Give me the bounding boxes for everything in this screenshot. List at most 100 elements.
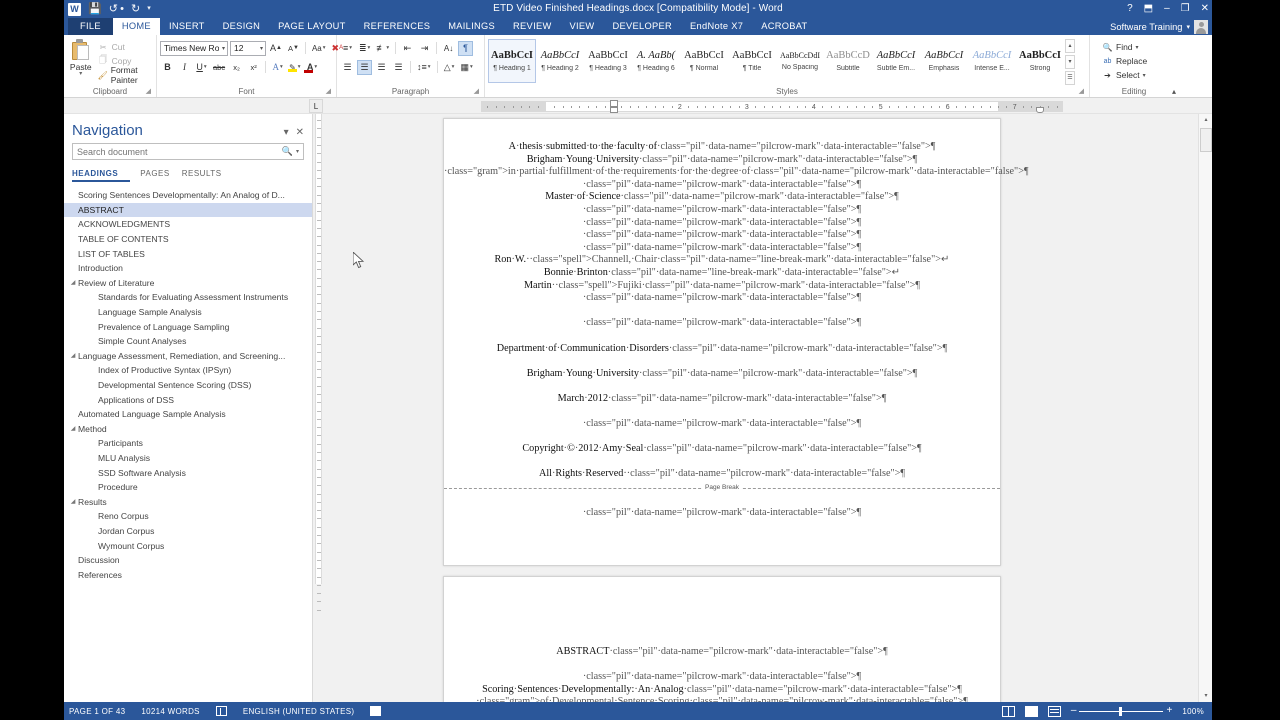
scrollbar-thumb[interactable] <box>1200 128 1212 152</box>
account-chevron-icon[interactable]: ▾ <box>1186 23 1190 31</box>
nav-heading-item[interactable]: Standards for Evaluating Assessment Inst… <box>64 290 312 305</box>
nav-heading-item[interactable]: ◢ Method <box>64 422 312 437</box>
search-box[interactable]: 🔍 ▾ <box>72 143 304 160</box>
style-title[interactable]: AaBbCcI ¶ Title <box>728 39 776 83</box>
subscript-button[interactable]: x₂ <box>229 60 244 75</box>
style-subtle-em-[interactable]: AaBbCcI Subtle Em... <box>872 39 920 83</box>
vertical-ruler[interactable] <box>313 114 324 702</box>
read-mode-icon[interactable] <box>1001 705 1015 717</box>
text-effects-button[interactable]: A ▾ <box>270 60 285 75</box>
zoom-slider[interactable]: – + <box>1071 706 1172 716</box>
nav-heading-item[interactable]: ◢ Results <box>64 494 312 509</box>
nav-heading-item[interactable]: Index of Productive Syntax (IPSyn) <box>64 363 312 378</box>
styles-dialog-launcher-icon[interactable]: ◢ <box>1079 86 1084 97</box>
find-chevron-icon[interactable]: ▾ <box>1136 44 1139 51</box>
cut-button[interactable]: ✂ Cut <box>95 40 153 54</box>
document-vertical-scrollbar[interactable]: ▴ ▾ <box>1198 114 1212 702</box>
strikethrough-button[interactable]: abc <box>211 60 227 75</box>
select-button[interactable]: ➔ Select ▾ <box>1099 68 1150 82</box>
account-name[interactable]: Software Training <box>1110 22 1182 32</box>
replace-button[interactable]: ab Replace <box>1099 54 1150 68</box>
select-chevron-icon[interactable]: ▾ <box>1143 72 1146 79</box>
nav-heading-item[interactable]: Automated Language Sample Analysis <box>64 407 312 422</box>
first-line-indent-marker[interactable] <box>610 100 618 107</box>
search-input[interactable] <box>77 146 282 157</box>
nav-expander-icon[interactable]: ◢ <box>66 279 80 286</box>
ribbon-tab-file[interactable]: FILE <box>68 18 113 35</box>
align-right-icon[interactable]: ☰ <box>374 60 389 75</box>
italic-button[interactable]: I <box>177 60 192 75</box>
scroll-down-icon[interactable]: ▾ <box>1200 690 1212 702</box>
nav-heading-item[interactable]: Wymount Corpus <box>64 538 312 553</box>
nav-heading-item[interactable]: Applications of DSS <box>64 392 312 407</box>
nav-heading-item[interactable]: Introduction <box>64 261 312 276</box>
ribbon-tab-insert[interactable]: INSERT <box>160 18 214 35</box>
font-size-chevron-icon[interactable]: ▾ <box>260 45 263 52</box>
change-case-button[interactable]: Aa ▾ <box>310 41 328 56</box>
styles-scroll-up-icon[interactable]: ▴ <box>1065 39 1075 53</box>
search-icon[interactable]: 🔍 <box>282 146 293 157</box>
print-layout-icon[interactable] <box>1024 705 1038 717</box>
horizontal-ruler[interactable]: 1234567 <box>481 101 1063 112</box>
show-formatting-marks-icon[interactable]: ¶ <box>458 40 474 56</box>
font-dialog-launcher-icon[interactable]: ◢ <box>326 86 331 97</box>
navigation-scrollbar[interactable] <box>302 114 311 702</box>
ribbon-tab-mailings[interactable]: MAILINGS <box>439 18 504 35</box>
shrink-font-button[interactable]: A ▼ <box>286 41 301 56</box>
styles-more-icon[interactable]: ☰ <box>1065 71 1075 85</box>
nav-heading-item[interactable]: Jordan Corpus <box>64 524 312 539</box>
nav-heading-item[interactable]: Procedure <box>64 480 312 495</box>
avatar[interactable] <box>1194 19 1208 34</box>
decrease-indent-icon[interactable]: ⇤ <box>400 41 415 56</box>
nav-heading-item[interactable]: Participants <box>64 436 312 451</box>
bold-button[interactable]: B <box>160 60 175 75</box>
nav-heading-item[interactable]: Simple Count Analyses <box>64 334 312 349</box>
font-name-combo[interactable]: Times New Ro ▾ <box>160 40 228 56</box>
sort-icon[interactable]: A↓ <box>441 41 456 56</box>
nav-heading-item[interactable]: TABLE OF CONTENTS <box>64 232 312 247</box>
nav-heading-item[interactable]: ◢ Review of Literature <box>64 276 312 291</box>
right-indent-marker[interactable] <box>1036 107 1044 113</box>
macro-recording-icon[interactable] <box>370 706 382 716</box>
style-no-spacing[interactable]: AaBbCcDdI No Spacing <box>776 39 824 83</box>
zoom-level[interactable]: 100% <box>1182 707 1204 716</box>
nav-tab-pages[interactable]: PAGES <box>140 169 181 182</box>
nav-tab-headings[interactable]: HEADINGS <box>72 169 131 182</box>
styles-scroll-down-icon[interactable]: ▾ <box>1065 55 1075 69</box>
find-button[interactable]: 🔍 Find ▾ <box>1099 40 1150 54</box>
zoom-out-button[interactable]: – <box>1071 706 1077 716</box>
nav-heading-item[interactable]: ACKNOWLEDGMENTS <box>64 217 312 232</box>
web-layout-icon[interactable] <box>1047 705 1061 717</box>
language-indicator[interactable]: ENGLISH (UNITED STATES) <box>243 707 355 716</box>
nav-heading-item[interactable]: Prevalence of Language Sampling <box>64 319 312 334</box>
paste-button[interactable]: Paste ▾ <box>67 37 95 77</box>
nav-heading-item[interactable]: Developmental Sentence Scoring (DSS) <box>64 378 312 393</box>
hanging-indent-marker[interactable] <box>610 107 618 113</box>
ribbon-tab-design[interactable]: DESIGN <box>214 18 269 35</box>
ribbon-tab-developer[interactable]: DEVELOPER <box>604 18 682 35</box>
navigation-dropdown-icon[interactable]: ▾ <box>284 127 289 138</box>
multilevel-list-icon[interactable]: ≢ ▾ <box>374 41 391 56</box>
nav-heading-item[interactable]: Scoring Sentences Developmentally: An An… <box>64 188 312 203</box>
collapse-ribbon-icon[interactable]: ▴ <box>1172 87 1176 96</box>
search-options-chevron-icon[interactable]: ▾ <box>296 148 299 155</box>
word-count[interactable]: 10214 WORDS <box>141 707 199 716</box>
nav-heading-item[interactable]: LIST OF TABLES <box>64 246 312 261</box>
nav-heading-item[interactable]: ABSTRACT <box>64 202 312 218</box>
style-heading-3[interactable]: AaBbCcI ¶ Heading 3 <box>584 39 632 83</box>
scroll-up-icon[interactable]: ▴ <box>1200 114 1212 126</box>
nav-heading-item[interactable]: References <box>64 567 312 582</box>
bullets-icon[interactable]: ≡ ▾ <box>340 41 355 56</box>
nav-heading-item[interactable]: Language Sample Analysis <box>64 305 312 320</box>
nav-heading-item[interactable]: Reno Corpus <box>64 509 312 524</box>
proofing-errors-icon[interactable] <box>215 706 227 716</box>
font-size-combo[interactable]: 12 ▾ <box>230 40 266 56</box>
shading-icon[interactable]: △ ▾ <box>442 60 457 75</box>
ribbon-tab-review[interactable]: REVIEW <box>504 18 560 35</box>
tab-stop-selector[interactable]: L <box>309 99 323 113</box>
style-heading-1[interactable]: AaBbCcI ¶ Heading 1 <box>488 39 536 83</box>
navigation-headings-list[interactable]: Scoring Sentences Developmentally: An An… <box>64 182 312 702</box>
document-scroll-region[interactable]: A·thesis·submitted·to·the·faculty·of·cla… <box>324 114 1212 702</box>
document-page-1[interactable]: A·thesis·submitted·to·the·faculty·of·cla… <box>443 118 1029 566</box>
ribbon-tab-page-layout[interactable]: PAGE LAYOUT <box>269 18 355 35</box>
